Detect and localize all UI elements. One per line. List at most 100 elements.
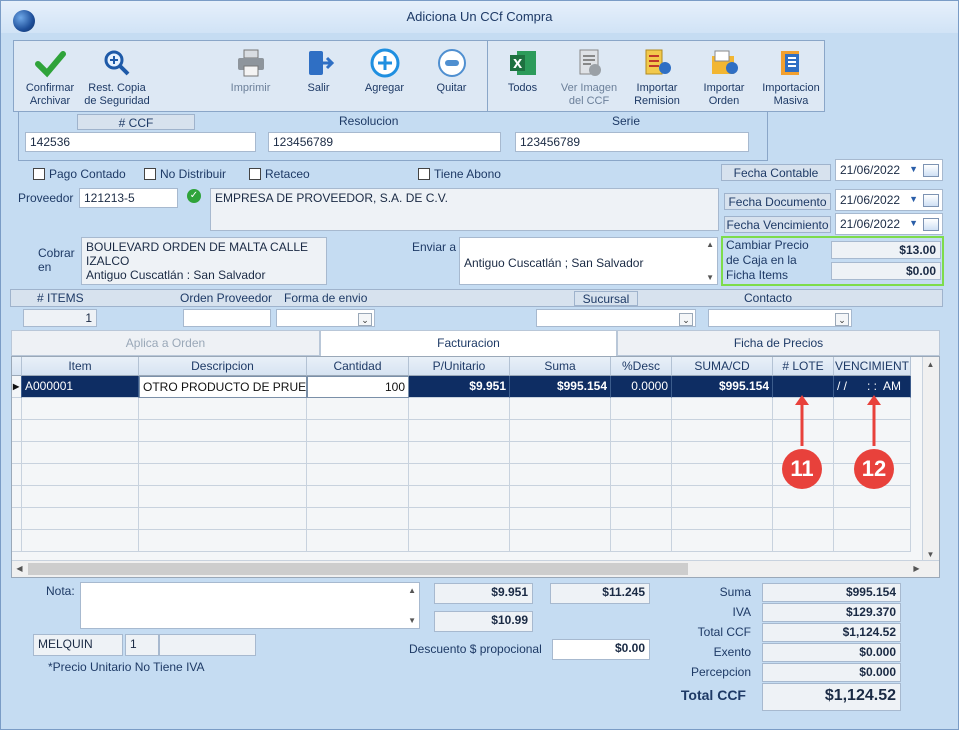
- empty-grid-cell[interactable]: [611, 486, 672, 508]
- col-desc[interactable]: %Desc: [611, 357, 672, 376]
- all-excel-button[interactable]: X Todos: [495, 48, 550, 95]
- tab-facturacion[interactable]: Facturacion: [320, 330, 617, 356]
- precio-caja-value-1[interactable]: $13.00: [831, 241, 941, 259]
- add-button[interactable]: Agregar: [357, 48, 412, 95]
- print-button[interactable]: Imprimir: [223, 48, 278, 95]
- empty-grid-cell[interactable]: [409, 464, 510, 486]
- empty-grid-cell[interactable]: [611, 530, 672, 552]
- col-descripcion[interactable]: Descripcion: [139, 357, 307, 376]
- empty-grid-cell[interactable]: [611, 464, 672, 486]
- pago-contado-checkbox[interactable]: Pago Contado: [33, 167, 126, 181]
- scroll-up-icon[interactable]: ▲: [706, 240, 714, 249]
- empty-grid-cell[interactable]: [307, 442, 409, 464]
- empty-grid-cell[interactable]: [139, 464, 307, 486]
- empty-grid-cell[interactable]: [12, 442, 22, 464]
- empty-grid-cell[interactable]: [139, 442, 307, 464]
- mass-import-button[interactable]: Importacion Masiva: [759, 48, 823, 108]
- col-item[interactable]: Item: [22, 357, 139, 376]
- precio-caja-value-2[interactable]: $0.00: [831, 262, 941, 280]
- restore-backup-button[interactable]: Rest. Copia de Seguridad: [83, 48, 151, 108]
- retaceo-checkbox[interactable]: Retaceo: [249, 167, 310, 181]
- empty-grid-cell[interactable]: [12, 464, 22, 486]
- sucursal-select[interactable]: ⌄: [536, 309, 696, 327]
- fecha-documento-picker[interactable]: 21/06/2022 ▼: [835, 189, 943, 211]
- nota-textarea[interactable]: ▲ ▼: [80, 582, 420, 629]
- empty-grid-cell[interactable]: [22, 530, 139, 552]
- cell-desc[interactable]: 0.0000: [611, 376, 672, 398]
- empty-grid-cell[interactable]: [12, 530, 22, 552]
- empty-grid-cell[interactable]: [611, 442, 672, 464]
- cobrar-address-field[interactable]: BOULEVARD ORDEN DE MALTA CALLE IZALCO An…: [81, 237, 327, 285]
- empty-grid-cell[interactable]: [139, 530, 307, 552]
- empty-grid-cell[interactable]: [307, 530, 409, 552]
- empty-grid-cell[interactable]: [22, 398, 139, 420]
- empty-grid-cell[interactable]: [307, 420, 409, 442]
- cell-suma-cd[interactable]: $995.154: [672, 376, 773, 398]
- empty-grid-cell[interactable]: [22, 464, 139, 486]
- empty-grid-cell[interactable]: [12, 486, 22, 508]
- col-suma[interactable]: Suma: [510, 357, 611, 376]
- empty-grid-cell[interactable]: [672, 530, 773, 552]
- scroll-up-icon[interactable]: ▲: [408, 586, 416, 595]
- empty-grid-cell[interactable]: [510, 398, 611, 420]
- empty-grid-cell[interactable]: [12, 508, 22, 530]
- cell-p-unitario[interactable]: $9.951: [409, 376, 510, 398]
- tiene-abono-checkbox[interactable]: Tiene Abono: [418, 167, 501, 181]
- empty-grid-cell[interactable]: [307, 508, 409, 530]
- empty-grid-cell[interactable]: [409, 420, 510, 442]
- scroll-left-icon[interactable]: ◀: [12, 561, 27, 576]
- tab-aplica-orden[interactable]: Aplica a Orden: [11, 330, 320, 356]
- empty-grid-cell[interactable]: [672, 508, 773, 530]
- tab-ficha-precios[interactable]: Ficha de Precios: [617, 330, 940, 356]
- empty-grid-cell[interactable]: [510, 442, 611, 464]
- empty-grid-cell[interactable]: [834, 486, 911, 508]
- remove-button[interactable]: Quitar: [424, 48, 479, 95]
- empty-grid-cell[interactable]: [611, 508, 672, 530]
- empty-grid-cell[interactable]: [139, 398, 307, 420]
- empty-grid-cell[interactable]: [12, 420, 22, 442]
- exit-button[interactable]: Salir: [291, 48, 346, 95]
- no-distribuir-checkbox[interactable]: No Distribuir: [144, 167, 226, 181]
- empty-grid-cell[interactable]: [773, 486, 834, 508]
- empty-grid-cell[interactable]: [611, 420, 672, 442]
- proveedor-name-field[interactable]: EMPRESA DE PROVEEDOR, S.A. DE C.V.: [210, 188, 719, 231]
- empty-grid-cell[interactable]: [409, 442, 510, 464]
- empty-grid-cell[interactable]: [672, 464, 773, 486]
- empty-grid-cell[interactable]: [307, 398, 409, 420]
- col-suma-cd[interactable]: SUMA/CD: [672, 357, 773, 376]
- contacto-select[interactable]: ⌄: [708, 309, 852, 327]
- view-image-button[interactable]: Ver Imagen del CCF: [556, 48, 622, 108]
- empty-grid-cell[interactable]: [139, 486, 307, 508]
- scroll-down-icon[interactable]: ▼: [706, 273, 714, 282]
- empty-grid-cell[interactable]: [672, 486, 773, 508]
- cell-item[interactable]: A000001: [22, 376, 139, 398]
- empty-grid-cell[interactable]: [672, 398, 773, 420]
- empty-grid-cell[interactable]: [409, 530, 510, 552]
- empty-grid-cell[interactable]: [22, 442, 139, 464]
- empty-grid-cell[interactable]: [22, 486, 139, 508]
- forma-envio-select[interactable]: ⌄: [276, 309, 375, 327]
- empty-grid-cell[interactable]: [834, 508, 911, 530]
- empty-grid-cell[interactable]: [672, 442, 773, 464]
- empty-grid-cell[interactable]: [611, 398, 672, 420]
- cell-suma[interactable]: $995.154: [510, 376, 611, 398]
- scroll-down-icon[interactable]: ▼: [408, 616, 416, 625]
- resolucion-field[interactable]: 123456789: [268, 132, 501, 152]
- scroll-thumb[interactable]: [28, 563, 688, 575]
- empty-grid-cell[interactable]: [510, 486, 611, 508]
- col-cantidad[interactable]: Cantidad: [307, 357, 409, 376]
- ccf-number-field[interactable]: 142536: [25, 132, 256, 152]
- empty-grid-cell[interactable]: [22, 508, 139, 530]
- empty-grid-cell[interactable]: [834, 530, 911, 552]
- grid-vertical-scrollbar[interactable]: ▲ ▼: [922, 357, 939, 562]
- cell-cantidad[interactable]: 100: [307, 376, 409, 398]
- empty-grid-cell[interactable]: [139, 420, 307, 442]
- empty-grid-cell[interactable]: [409, 486, 510, 508]
- import-order-button[interactable]: Importar Orden: [695, 48, 753, 108]
- cell-descripcion[interactable]: OTRO PRODUCTO DE PRUE: [139, 376, 307, 398]
- empty-grid-cell[interactable]: [773, 530, 834, 552]
- empty-grid-cell[interactable]: [12, 398, 22, 420]
- scroll-up-icon[interactable]: ▲: [923, 357, 938, 372]
- empty-grid-cell[interactable]: [773, 508, 834, 530]
- empty-grid-cell[interactable]: [409, 398, 510, 420]
